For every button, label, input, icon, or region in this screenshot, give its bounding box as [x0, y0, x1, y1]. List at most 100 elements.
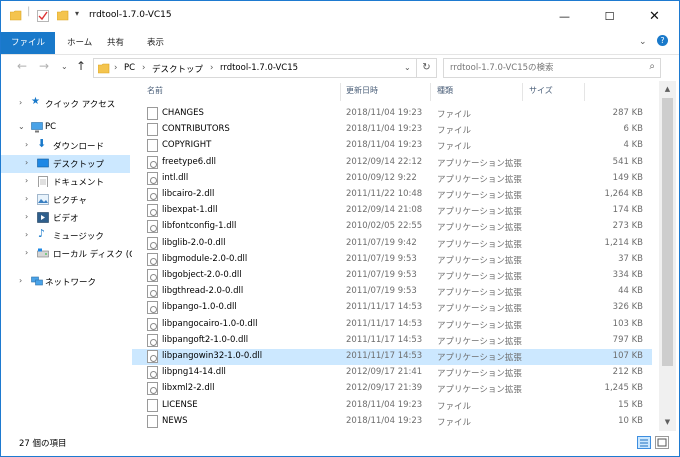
file-row[interactable]: libcairo-2.dll 2011/11/22 10:48 アプリケーション拡張…	[132, 187, 652, 203]
chevron-right-icon[interactable]: ›	[19, 276, 22, 285]
nav-item-pc[interactable]: ⌄ PC	[1, 119, 130, 137]
minimize-button[interactable]: —	[542, 1, 587, 31]
chevron-right-icon[interactable]: ›	[25, 176, 28, 185]
nav-item-quick-access[interactable]: › ★ クイック アクセス	[1, 95, 130, 113]
file-type: ファイル	[437, 110, 472, 120]
nav-item-desktop[interactable]: › デスクトップ	[1, 155, 130, 173]
chevron-right-icon[interactable]: ›	[25, 212, 28, 221]
tab-home[interactable]: ホーム	[57, 32, 102, 54]
nav-item-network[interactable]: › ネットワーク	[1, 273, 130, 291]
column-header-name[interactable]: 名前	[147, 85, 163, 96]
dll-file-icon	[147, 204, 158, 218]
file-type: アプリケーション拡張	[437, 207, 522, 218]
refresh-button[interactable]: ↻	[417, 58, 437, 78]
file-name: libcairo-2.dll	[162, 189, 215, 199]
file-name: CONTRIBUTORS	[162, 124, 230, 135]
file-row[interactable]: libgmodule-2.0-0.dll 2011/07/19 9:53 アプリケー…	[132, 252, 652, 268]
address-dropdown-icon[interactable]: ⌄	[404, 63, 411, 72]
chevron-right-icon[interactable]: ›	[25, 248, 28, 257]
properties-icon[interactable]	[37, 10, 49, 22]
forward-arrow-icon[interactable]: →	[39, 59, 49, 73]
nav-item-downloads[interactable]: › ⬇ ダウンロード	[1, 137, 130, 155]
nav-item-videos[interactable]: › ビデオ	[1, 209, 130, 227]
dll-file-icon	[147, 333, 158, 347]
file-row[interactable]: libexpat-1.dll 2012/09/14 21:08 アプリケーション拡張…	[132, 203, 652, 219]
file-size: 107 KB	[612, 351, 643, 361]
file-row[interactable]: libfontconfig-1.dll 2010/02/05 22:55 アプリケー…	[132, 219, 652, 235]
file-row[interactable]: libpangoft2-1.0-0.dll 2011/11/17 14:53 アプリ…	[132, 333, 652, 349]
dll-file-icon	[147, 236, 158, 250]
address-bar[interactable]: › PC › デスクトップ › rrdtool-1.7.0-VC15 ⌄	[93, 58, 417, 78]
details-view-button[interactable]	[637, 436, 651, 449]
nav-item-music[interactable]: › ♪ ミュージック	[1, 227, 130, 245]
file-name: NEWS	[162, 415, 188, 426]
file-name: libxml2-2.dll	[162, 383, 215, 394]
back-arrow-icon[interactable]: ←	[17, 59, 27, 73]
column-header-type[interactable]: 種類	[437, 85, 453, 96]
column-divider[interactable]	[584, 83, 585, 101]
chevron-right-icon[interactable]: ›	[19, 98, 22, 107]
dll-file-icon	[147, 350, 158, 363]
file-row[interactable]: libgthread-2.0-0.dll 2011/07/19 9:53 アプリケー…	[132, 284, 652, 300]
file-date: 2012/09/17 21:39	[346, 383, 423, 394]
breadcrumb-folder[interactable]: rrdtool-1.7.0-VC15	[220, 63, 298, 73]
help-icon[interactable]: ?	[657, 35, 668, 46]
file-row[interactable]: freetype6.dll 2012/09/14 22:12 アプリケーション拡張 5…	[132, 155, 652, 171]
tab-file[interactable]: ファイル	[1, 32, 55, 54]
nav-item-local-disk[interactable]: › ローカル ディスク (C:)	[1, 245, 141, 263]
file-row[interactable]: libglib-2.0-0.dll 2011/07/19 9:42 アプリケーション…	[132, 236, 652, 252]
search-box[interactable]: ⌕	[443, 58, 661, 78]
search-input[interactable]	[450, 59, 640, 77]
file-row[interactable]: libxml2-2.dll 2012/09/17 21:39 アプリケーション拡張 1…	[132, 381, 652, 397]
file-row[interactable]: COPYRIGHT 2018/11/04 19:23 ファイル 4 KB	[132, 138, 652, 154]
file-row[interactable]: libgobject-2.0-0.dll 2011/07/19 9:53 アプリケー…	[132, 268, 652, 284]
file-row[interactable]: intl.dll 2010/09/12 9:22 アプリケーション拡張 149 KB	[132, 171, 652, 187]
tab-share[interactable]: 共有	[97, 32, 134, 54]
chevron-right-icon[interactable]: ›	[25, 230, 28, 239]
scroll-down-icon[interactable]: ▼	[659, 414, 676, 431]
file-row[interactable]: libpng14-14.dll 2012/09/17 21:41 アプリケーション拡…	[132, 365, 652, 381]
file-row[interactable]: CONTRIBUTORS 2018/11/04 19:23 ファイル 6 KB	[132, 122, 652, 138]
expand-ribbon-icon[interactable]: ⌄	[639, 37, 647, 47]
chevron-down-icon[interactable]: ⌄	[18, 122, 25, 131]
column-divider[interactable]	[522, 83, 523, 101]
file-row[interactable]: libpangowin32-1.0-0.dll 2011/11/17 14:53 ア…	[132, 349, 652, 365]
file-row[interactable]: NEWS 2018/11/04 19:23 ファイル 10 KB	[132, 414, 652, 430]
breadcrumb-desktop[interactable]: デスクトップ	[152, 63, 203, 75]
nav-item-documents[interactable]: › ドキュメント	[1, 173, 130, 191]
file-name: libpangoft2-1.0-0.dll	[162, 334, 249, 345]
chevron-right-icon[interactable]: ›	[25, 158, 28, 167]
tab-view[interactable]: 表示	[137, 32, 174, 54]
new-folder-icon[interactable]	[57, 10, 69, 21]
column-header-date[interactable]: 更新日時	[346, 85, 378, 96]
breadcrumb-pc[interactable]: PC	[124, 63, 135, 73]
recent-chevron-icon[interactable]: ⌄	[61, 62, 68, 71]
nav-label: ドキュメント	[53, 178, 105, 188]
scroll-thumb[interactable]	[662, 98, 673, 366]
scroll-up-icon[interactable]: ▲	[659, 81, 676, 98]
column-divider[interactable]	[430, 83, 431, 101]
search-icon[interactable]: ⌕	[649, 61, 655, 72]
file-date: 2011/07/19 9:53	[346, 270, 417, 280]
customize-qa-icon[interactable]: ▾	[75, 9, 79, 18]
chevron-right-icon[interactable]: ›	[25, 194, 28, 203]
ribbon-tabs: ファイル ホーム 共有 表示 ⌄ ?	[1, 32, 679, 55]
chevron-right-icon[interactable]: ›	[25, 140, 28, 149]
file-type: アプリケーション拡張	[437, 320, 522, 331]
maximize-button[interactable]: ☐	[587, 1, 632, 31]
file-icon	[147, 107, 158, 120]
file-row[interactable]: CHANGES 2018/11/04 19:23 ファイル 287 KB	[132, 106, 652, 122]
file-row[interactable]: libpango-1.0-0.dll 2011/11/17 14:53 アプリケーシ…	[132, 300, 652, 316]
large-icons-view-button[interactable]	[655, 436, 669, 449]
vertical-scrollbar[interactable]: ▲ ▼	[659, 81, 676, 431]
up-arrow-icon[interactable]: ↑	[76, 59, 86, 73]
close-button[interactable]: ✕	[632, 1, 677, 31]
column-divider[interactable]	[340, 83, 341, 101]
nav-item-pictures[interactable]: › ピクチャ	[1, 191, 130, 209]
column-header-size[interactable]: サイズ	[529, 85, 553, 96]
file-row[interactable]: libpangocairo-1.0-0.dll 2011/11/17 14:53 ア…	[132, 317, 652, 333]
file-row[interactable]: LICENSE 2018/11/04 19:23 ファイル 15 KB	[132, 398, 652, 414]
file-type: アプリケーション拡張	[437, 223, 522, 234]
file-size: 212 KB	[612, 367, 643, 378]
address-row: ← → ⌄ ↑ › PC › デスクトップ › rrdtool-1.7.0-VC…	[1, 55, 679, 81]
